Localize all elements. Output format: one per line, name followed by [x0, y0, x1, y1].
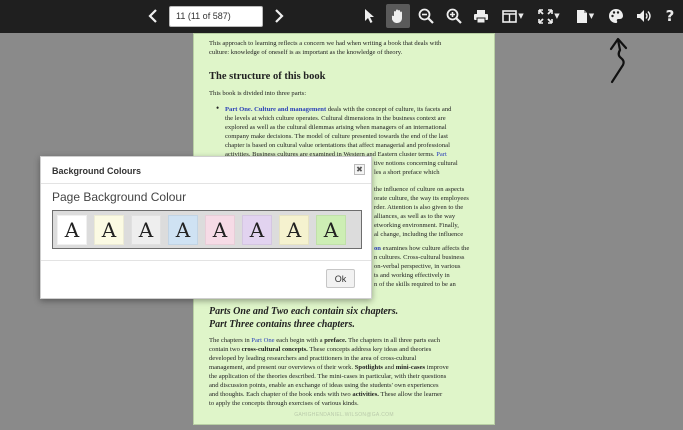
view-mode-icon[interactable]: ▼	[500, 4, 526, 28]
italic-heading-1: Parts One and Two each contain six chapt…	[209, 306, 399, 317]
close-icon[interactable]: ✖	[354, 164, 365, 175]
chapters-paragraph: The chapters in Part One each begin with…	[209, 337, 449, 407]
colour-swatch-4[interactable]: A	[168, 214, 198, 245]
annotation-arrow-icon	[609, 37, 628, 84]
colour-swatch-8[interactable]: A	[316, 214, 346, 245]
part-one-paragraph: Part One. Culture and management deals w…	[225, 106, 452, 158]
colour-swatch-5[interactable]: A	[205, 214, 235, 245]
chevron-left-icon[interactable]	[144, 4, 162, 28]
page-footer-watermark: GAHIGHENDANIEL.WILSON@GA.COM	[294, 412, 394, 418]
help-icon[interactable]: ?	[662, 4, 678, 28]
zoom-out-icon[interactable]	[416, 4, 436, 28]
intro-paragraph: This approach to learning reflects a con…	[209, 40, 442, 56]
volume-icon[interactable]	[634, 4, 654, 28]
partial-text-block: tive notions concerning cultural les a s…	[374, 160, 470, 288]
swatch-row: AAAAAAAA	[52, 210, 362, 249]
colour-swatch-2[interactable]: A	[94, 214, 124, 245]
section-heading: The structure of this book	[209, 71, 326, 82]
chevron-right-icon[interactable]	[270, 4, 288, 28]
toolbar: 11 (11 of 587) ▼ ▼ ▼ ?	[0, 0, 683, 33]
hand-icon[interactable]	[386, 4, 410, 28]
print-icon[interactable]	[471, 4, 491, 28]
page-number-input[interactable]: 11 (11 of 587)	[169, 6, 263, 27]
document-icon[interactable]: ▼	[573, 4, 597, 28]
pointer-icon[interactable]	[361, 4, 379, 28]
zoom-in-icon[interactable]	[444, 4, 464, 28]
colour-swatch-7[interactable]: A	[279, 214, 309, 245]
ok-button[interactable]: Ok	[326, 269, 355, 288]
dialog-divider-bottom	[41, 260, 371, 261]
background-colours-dialog: Background Colours ✖ Page Background Col…	[40, 156, 372, 299]
palette-icon[interactable]	[606, 4, 626, 28]
dialog-divider-top	[41, 183, 371, 184]
page-background-label: Page Background Colour	[52, 190, 187, 204]
divided-text: This book is divided into three parts:	[209, 90, 307, 97]
dialog-title: Background Colours	[52, 166, 142, 176]
colour-swatch-3[interactable]: A	[131, 214, 161, 245]
part-one-link[interactable]: Part One. Culture and management	[225, 106, 326, 113]
colour-swatch-1[interactable]: A	[57, 214, 87, 245]
italic-heading-2: Part Three contains three chapters.	[209, 319, 355, 330]
colour-swatch-6[interactable]: A	[242, 214, 272, 245]
fit-icon[interactable]: ▼	[536, 4, 562, 28]
bullet-icon: •	[216, 103, 220, 113]
